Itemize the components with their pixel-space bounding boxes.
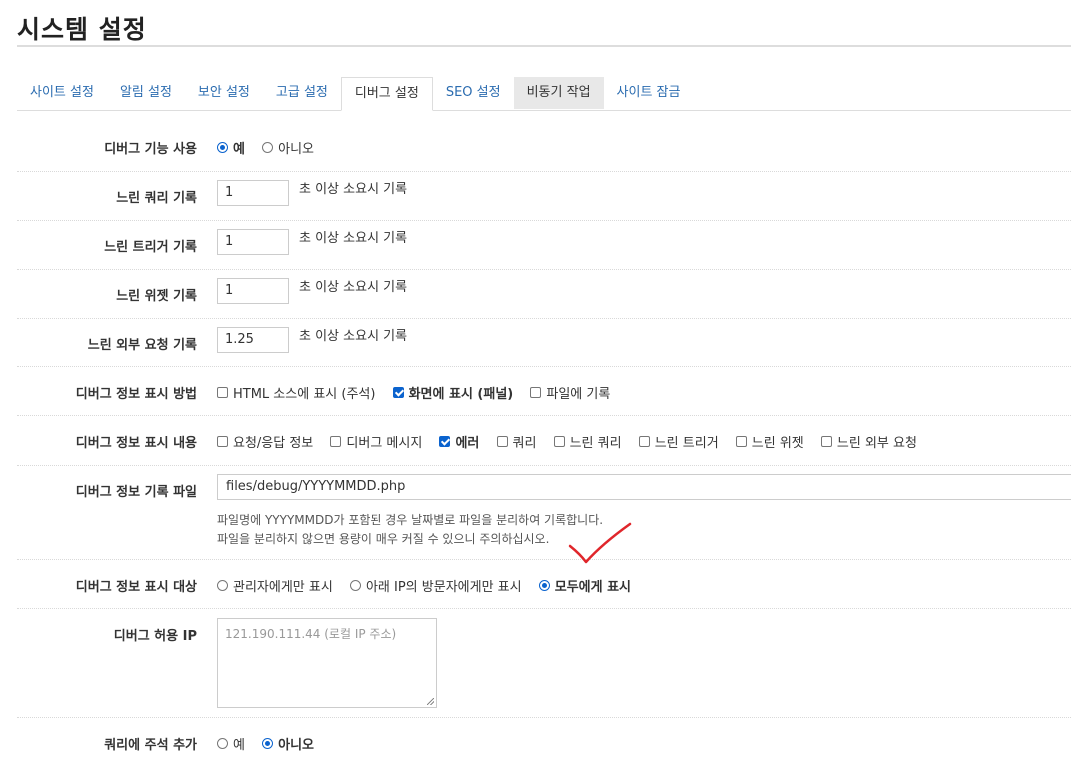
title-divider — [17, 45, 1071, 47]
radio-icon[interactable] — [217, 142, 228, 153]
row-display-content: 디버그 정보 표시 내용 요청/응답 정보 디버그 메시지 에러 쿼리 느린 쿼… — [17, 416, 1071, 466]
log-file-help-2: 파일을 분리하지 않으면 용량이 매우 커질 수 있으니 주의하십시오. — [217, 532, 550, 546]
content-slow-query[interactable]: 느린 쿼리 — [553, 432, 622, 451]
target-ip-only[interactable]: 아래 IP의 방문자에게만 표시 — [349, 576, 522, 595]
resize-grip-icon[interactable] — [427, 698, 434, 705]
slow-query-label: 느린 쿼리 기록 — [116, 191, 197, 206]
radio-icon[interactable] — [262, 142, 274, 153]
row-slow-trigger: 느린 트리거 기록 1 초 이상 소요시 기록 — [17, 221, 1071, 270]
content-request-response[interactable]: 요청/응답 정보 — [217, 432, 313, 451]
slow-remote-suffix: 초 이상 소요시 기록 — [299, 329, 408, 344]
display-method-html[interactable]: HTML 소스에 표시 (주석) — [217, 383, 375, 402]
debug-enable-yes[interactable]: 예 — [217, 138, 245, 157]
checkbox-checked-icon[interactable] — [439, 436, 451, 447]
checkbox-icon[interactable] — [496, 436, 508, 447]
allowed-ip-textarea[interactable]: 121.190.111.44 (로컬 IP 주소) — [217, 618, 437, 708]
checkbox-icon[interactable] — [638, 436, 650, 447]
display-target-label: 디버그 정보 표시 대상 — [75, 580, 197, 595]
slow-remote-label: 느린 외부 요청 기록 — [87, 338, 197, 353]
allowed-ip-label: 디버그 허용 IP — [113, 629, 197, 644]
query-comment-label: 쿼리에 주석 추가 — [104, 738, 197, 753]
checkbox-icon[interactable] — [217, 436, 228, 447]
row-log-file: 디버그 정보 기록 파일 files/debug/YYYYMMDD.php 파일… — [17, 466, 1071, 560]
query-comment-yes[interactable]: 예 — [217, 734, 245, 753]
checkbox-icon[interactable] — [820, 436, 832, 447]
checkbox-icon[interactable] — [330, 436, 342, 447]
debug-enable-no[interactable]: 아니오 — [262, 138, 314, 157]
red-checkmark-annotation — [568, 522, 632, 564]
row-debug-enable: 디버그 기능 사용 예 아니오 — [17, 121, 1071, 172]
log-file-input[interactable]: files/debug/YYYYMMDD.php — [217, 474, 1071, 500]
slow-query-input[interactable]: 1 — [217, 180, 289, 206]
debug-enable-label: 디버그 기능 사용 — [104, 142, 197, 157]
slow-trigger-label: 느린 트리거 기록 — [104, 240, 197, 255]
slow-widget-suffix: 초 이상 소요시 기록 — [299, 280, 408, 295]
tab-notification-settings[interactable]: 알림 설정 — [107, 77, 185, 109]
target-admin-only[interactable]: 관리자에게만 표시 — [217, 576, 333, 595]
allowed-ip-placeholder: 121.190.111.44 (로컬 IP 주소) — [225, 627, 397, 641]
query-comment-no[interactable]: 아니오 — [262, 734, 314, 753]
checkbox-icon[interactable] — [553, 436, 565, 447]
log-file-help-1: 파일명에 YYYYMMDD가 포함된 경우 날짜별로 파일을 분리하여 기록합니… — [217, 513, 604, 527]
tab-debug-settings[interactable]: 디버그 설정 — [340, 77, 433, 111]
row-query-comment: 쿼리에 주석 추가 예 아니오 — [17, 718, 1071, 758]
display-method-file[interactable]: 파일에 기록 — [530, 383, 610, 402]
checkbox-icon[interactable] — [217, 387, 228, 398]
row-slow-remote: 느린 외부 요청 기록 1.25 초 이상 소요시 기록 — [17, 319, 1071, 367]
row-display-target: 디버그 정보 표시 대상 관리자에게만 표시 아래 IP의 방문자에게만 표시 … — [17, 560, 1071, 609]
tab-async-jobs[interactable]: 비동기 작업 — [513, 77, 604, 109]
tab-site-settings[interactable]: 사이트 설정 — [17, 77, 107, 109]
slow-query-suffix: 초 이상 소요시 기록 — [299, 182, 408, 197]
content-slow-remote[interactable]: 느린 외부 요청 — [820, 432, 917, 451]
display-content-label: 디버그 정보 표시 내용 — [75, 436, 197, 451]
tab-advanced-settings[interactable]: 고급 설정 — [263, 77, 341, 109]
log-file-label: 디버그 정보 기록 파일 — [75, 485, 197, 500]
row-display-method: 디버그 정보 표시 방법 HTML 소스에 표시 (주석) 화면에 표시 (패널… — [17, 367, 1071, 416]
radio-icon[interactable] — [217, 738, 228, 749]
radio-icon[interactable] — [217, 580, 228, 591]
content-query[interactable]: 쿼리 — [496, 432, 536, 451]
checkbox-checked-icon[interactable] — [392, 387, 404, 398]
tab-site-lock[interactable]: 사이트 잠금 — [604, 77, 694, 109]
row-slow-widget: 느린 위젯 기록 1 초 이상 소요시 기록 — [17, 270, 1071, 319]
row-slow-query: 느린 쿼리 기록 1 초 이상 소요시 기록 — [17, 172, 1071, 221]
target-everyone[interactable]: 모두에게 표시 — [538, 576, 631, 595]
display-method-label: 디버그 정보 표시 방법 — [75, 387, 197, 402]
slow-trigger-suffix: 초 이상 소요시 기록 — [299, 231, 408, 246]
content-slow-trigger[interactable]: 느린 트리거 — [638, 432, 719, 451]
checkbox-icon[interactable] — [530, 387, 542, 398]
slow-widget-label: 느린 위젯 기록 — [116, 289, 197, 304]
slow-widget-input[interactable]: 1 — [217, 278, 289, 304]
radio-icon[interactable] — [262, 738, 274, 749]
settings-tabs: 사이트 설정 알림 설정 보안 설정 고급 설정 디버그 설정 SEO 설정 비… — [17, 77, 1071, 111]
checkbox-icon[interactable] — [735, 436, 747, 447]
content-slow-widget[interactable]: 느린 위젯 — [735, 432, 804, 451]
slow-remote-input[interactable]: 1.25 — [217, 327, 289, 353]
page-title: 시스템 설정 — [17, 15, 147, 44]
content-debug-message[interactable]: 디버그 메시지 — [330, 432, 422, 451]
display-method-panel[interactable]: 화면에 표시 (패널) — [392, 383, 513, 402]
tab-seo-settings[interactable]: SEO 설정 — [433, 77, 514, 109]
radio-icon[interactable] — [538, 580, 550, 591]
slow-trigger-input[interactable]: 1 — [217, 229, 289, 255]
row-allowed-ip: 디버그 허용 IP 121.190.111.44 (로컬 IP 주소) — [17, 609, 1071, 718]
tab-security-settings[interactable]: 보안 설정 — [185, 77, 263, 109]
radio-icon[interactable] — [349, 580, 361, 591]
content-error[interactable]: 에러 — [439, 432, 479, 451]
